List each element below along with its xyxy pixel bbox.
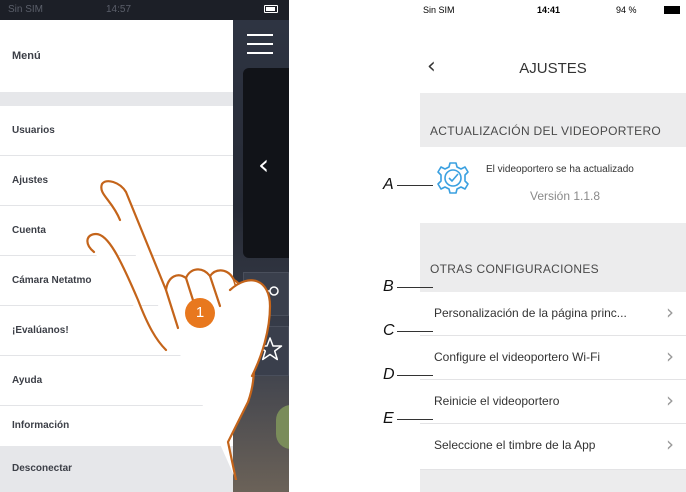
pointing-hand-icon (86, 180, 272, 480)
menu-item-label: Ayuda (12, 375, 43, 386)
menu-divider (0, 92, 233, 106)
status-bar: Sin SIM 14:57 (0, 0, 289, 20)
menu-item-label: ¡Evalúanos! (12, 325, 69, 336)
menu-item-label: Información (12, 420, 70, 431)
row-label: Seleccione el timbre de la App (434, 438, 596, 452)
right-phone-screen: Sin SIM 14:41 94 % ‹ AJUSTES ACTUALIZACI… (420, 0, 686, 492)
row-configure-wifi[interactable]: Configure el videoportero Wi-Fi › (420, 336, 686, 380)
callout-line-e (397, 419, 433, 420)
left-phone-screen: Sin SIM 14:57 ‹ Menú Usuarios Ajustes Cu… (0, 0, 289, 492)
chevron-right-icon: › (666, 300, 674, 324)
battery-icon (664, 6, 680, 14)
chevron-right-icon: › (666, 344, 674, 368)
menu-item-label: Ajustes (12, 175, 49, 186)
callout-a: A (383, 176, 394, 193)
carrier-label: Sin SIM (8, 4, 44, 15)
settings-check-icon (437, 162, 469, 194)
row-label: Personalización de la página princ... (434, 306, 627, 320)
callout-c: C (383, 322, 395, 339)
update-info-panel: El videoportero se ha actualizado Versió… (420, 147, 686, 223)
row-personalize-home[interactable]: Personalización de la página princ... › (420, 292, 686, 336)
status-bar: Sin SIM 14:41 94 % (420, 0, 686, 20)
chevron-left-icon[interactable]: ‹ (258, 148, 269, 181)
other-section-heading: OTRAS CONFIGURACIONES (430, 262, 599, 276)
menu-header: Menú (0, 20, 233, 92)
menu-title: Menú (12, 50, 41, 62)
menu-item-usuarios[interactable]: Usuarios (0, 106, 233, 156)
row-label: Configure el videoportero Wi-Fi (434, 350, 601, 364)
menu-item-label: Usuarios (12, 125, 55, 136)
callout-e: E (383, 410, 394, 427)
callout-line-d (397, 375, 433, 376)
menu-item-label: Cuenta (12, 225, 46, 236)
hamburger-menu-icon[interactable] (247, 34, 273, 61)
callout-d: D (383, 366, 395, 383)
battery-icon (264, 5, 278, 13)
navigation-bar: ‹ AJUSTES (420, 20, 686, 93)
version-label: Versión 1.1.8 (530, 189, 601, 203)
time-label: 14:41 (537, 5, 561, 15)
battery-percent: 94 % (616, 5, 637, 15)
time-label: 14:57 (106, 4, 132, 15)
update-section-heading: ACTUALIZACIÓN DEL VIDEOPORTERO (430, 124, 662, 138)
row-select-ringtone[interactable]: Seleccione el timbre de la App › (420, 424, 686, 470)
callout-b: B (383, 278, 394, 295)
step-badge: 1 (185, 298, 215, 328)
callout-line-b (397, 287, 433, 288)
page-title: AJUSTES (519, 60, 587, 77)
carrier-label: Sin SIM (423, 5, 455, 15)
chevron-right-icon: › (666, 432, 674, 456)
update-message: El videoportero se ha actualizado (486, 164, 634, 175)
row-label: Reinicie el videoportero (434, 394, 560, 408)
callout-line-c (397, 331, 433, 332)
chevron-right-icon: › (666, 388, 674, 412)
disconnect-label: Desconectar (12, 463, 73, 474)
row-restart-device[interactable]: Reinicie el videoportero › (420, 380, 686, 424)
callout-line-a (397, 185, 433, 186)
